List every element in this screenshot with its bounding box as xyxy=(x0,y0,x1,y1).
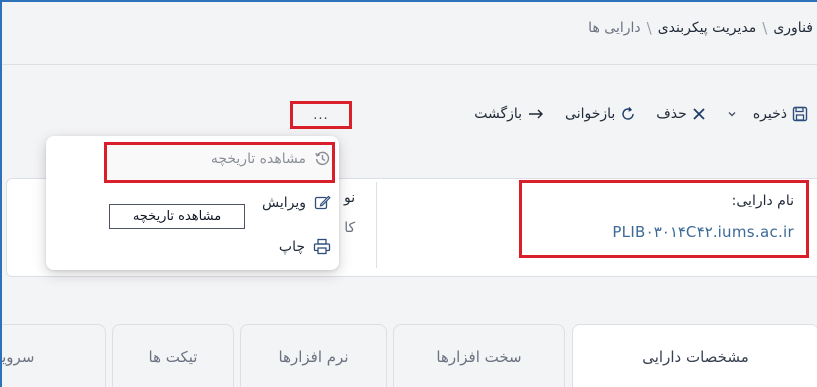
breadcrumb-item-config[interactable]: مدیریت پیکربندی xyxy=(658,20,757,36)
breadcrumb-item-assets: دارایی ها xyxy=(588,20,641,36)
tab-software[interactable]: نرم افزارها xyxy=(240,324,387,387)
breadcrumb: فناوری \ مدیریت پیکربندی \ دارایی ها xyxy=(588,8,813,48)
tab-tickets[interactable]: تیکت ها xyxy=(112,324,234,387)
arrow-right-icon xyxy=(529,109,544,119)
tab-services[interactable]: سرویس xyxy=(2,324,106,387)
menu-item-edit[interactable]: ویرایش xyxy=(262,194,331,211)
menu-item-print[interactable]: چاپ xyxy=(279,238,331,255)
menu-item-edit-label: ویرایش xyxy=(261,194,306,211)
back-label: بازگشت xyxy=(474,106,523,122)
menu-item-print-label: چاپ xyxy=(278,238,305,255)
save-button[interactable]: ذخیره xyxy=(719,106,815,122)
app-frame: فناوری \ مدیریت پیکربندی \ دارایی ها ذخی… xyxy=(0,0,817,387)
history-tooltip: مشاهده تاریخچه xyxy=(109,204,245,229)
asset-name-field: نام دارایی: PLIB۰۳۰۱۴C۴۲.iums.ac.ir xyxy=(519,180,809,258)
breadcrumb-separator: \ xyxy=(646,19,652,37)
info-column-2: نو کا xyxy=(344,190,355,236)
chevron-down-icon xyxy=(728,112,736,117)
tab-asset-details[interactable]: مشخصات دارایی xyxy=(572,324,817,387)
asset-name-label: نام دارایی: xyxy=(731,193,794,209)
tab-hardware[interactable]: سخت افزارها xyxy=(393,324,565,387)
save-label: ذخیره xyxy=(752,106,787,122)
info-col2-value: کا xyxy=(344,220,356,236)
divider xyxy=(2,64,817,65)
toolbar: ذخیره حذف بازخوانی بازگشت xyxy=(467,99,815,129)
info-col2-label: نو xyxy=(344,190,356,206)
history-highlight xyxy=(104,142,335,183)
back-button[interactable]: بازگشت xyxy=(467,106,552,122)
reload-icon xyxy=(622,107,634,120)
edit-icon xyxy=(314,195,331,210)
asset-name-value: PLIB۰۳۰۱۴C۴۲.iums.ac.ir xyxy=(612,223,794,241)
reload-button[interactable]: بازخوانی xyxy=(558,106,643,122)
save-icon xyxy=(792,106,808,122)
card-divider xyxy=(376,182,377,268)
close-icon xyxy=(693,108,705,120)
delete-button[interactable]: حذف xyxy=(649,106,713,122)
delete-label: حذف xyxy=(656,106,687,122)
reload-label: بازخوانی xyxy=(565,106,616,122)
print-icon xyxy=(313,238,331,255)
breadcrumb-item-tech[interactable]: فناوری xyxy=(773,20,813,36)
more-actions-button[interactable]: ... xyxy=(290,101,352,129)
breadcrumb-separator: \ xyxy=(762,19,768,37)
